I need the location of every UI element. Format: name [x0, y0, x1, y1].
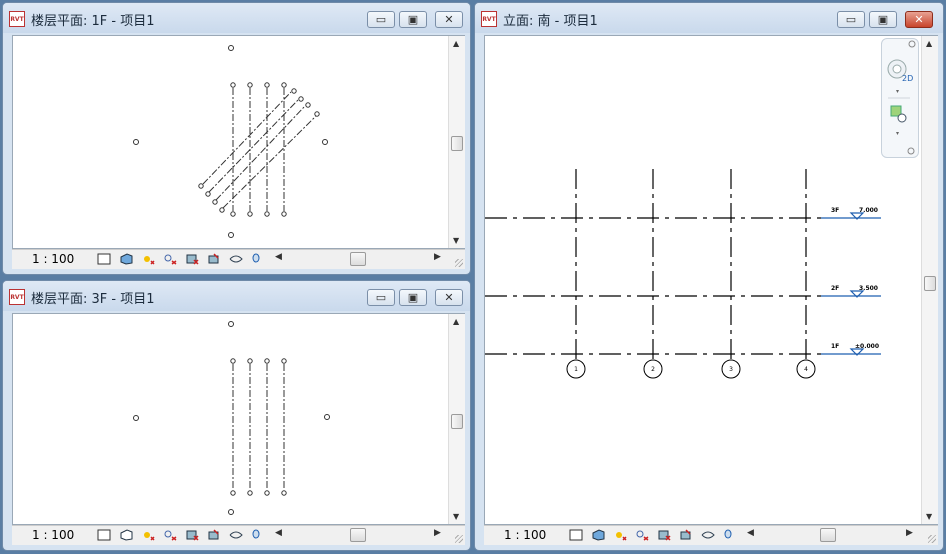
temp-hide-icon[interactable] — [678, 528, 694, 542]
window-title: 楼层平面: 3F - 项目1 — [31, 292, 155, 307]
window-title: 立面: 南 - 项目1 — [503, 14, 598, 29]
highlight-icon[interactable] — [248, 528, 264, 542]
reveal-hidden-icon[interactable] — [228, 528, 244, 542]
plan-drawing — [133, 321, 330, 515]
svg-text:2D: 2D — [902, 74, 913, 83]
view-control-bar: 1 : 100 ◀ ▶ — [12, 249, 465, 269]
horizontal-scroll-thumb[interactable] — [820, 528, 836, 542]
titlebar[interactable]: RVT 楼层平面: 3F - 项目1 ▭ ▣ ✕ — [3, 281, 470, 311]
vertical-scrollbar[interactable]: ▲ ▼ — [448, 36, 465, 248]
horizontal-scroll-thumb[interactable] — [350, 252, 366, 266]
resize-grip-icon[interactable] — [455, 259, 463, 267]
view-scale[interactable]: 1 : 100 — [32, 252, 74, 266]
plan-view-3f-window[interactable]: RVT 楼层平面: 3F - 项目1 ▭ ▣ ✕ ▲ ▼ 1: 100 ◀ ▶ — [2, 280, 471, 551]
3d-box-icon[interactable] — [590, 528, 606, 542]
plan-view-1f-window[interactable]: RVT 楼层平面: 1F - 项目1 ▭ ▣ ✕ ▲ ▼ 1: 100 ◀ ▶ — [2, 2, 471, 275]
minimize-button[interactable]: ▭ — [837, 11, 865, 28]
resize-grip-icon[interactable] — [455, 535, 463, 543]
svg-text:▾: ▾ — [896, 130, 899, 137]
restore-button[interactable]: ▣ — [399, 289, 427, 306]
scroll-right-arrow-icon[interactable]: ▶ — [906, 528, 913, 538]
scroll-up-arrow-icon[interactable]: ▲ — [926, 39, 932, 48]
reveal-hidden-icon[interactable] — [228, 252, 244, 266]
scroll-thumb[interactable] — [924, 276, 936, 291]
scroll-left-arrow-icon[interactable]: ◀ — [747, 528, 754, 538]
scroll-left-arrow-icon[interactable]: ◀ — [275, 252, 282, 262]
elevation-south-window[interactable]: RVT 立面: 南 - 项目1 ▭ ▣ ✕ 1 2 3 4 3F 7.000 2… — [474, 2, 944, 551]
view-control-bar: 1 : 100 ◀ ▶ — [484, 525, 938, 545]
view-scale[interactable]: 1 : 100 — [32, 528, 74, 542]
drawing-canvas[interactable]: 1 2 3 4 3F 7.000 2F 3.500 1F ±0.000 ▲ ▼ — [484, 35, 938, 525]
shadows-icon[interactable] — [162, 252, 178, 266]
horizontal-scroll-thumb[interactable] — [350, 528, 366, 542]
close-button[interactable]: ✕ — [435, 289, 463, 306]
window-title: 楼层平面: 1F - 项目1 — [31, 14, 155, 29]
reveal-hidden-icon[interactable] — [700, 528, 716, 542]
drawing-canvas[interactable]: ▲ ▼ — [12, 313, 465, 525]
visual-style-icon[interactable] — [96, 252, 112, 266]
close-button[interactable]: ✕ — [435, 11, 463, 28]
revit-file-icon: RVT — [9, 11, 25, 27]
shadows-icon[interactable] — [634, 528, 650, 542]
scroll-up-arrow-icon[interactable]: ▲ — [453, 317, 459, 326]
resize-grip-icon[interactable] — [928, 535, 936, 543]
vertical-scrollbar[interactable]: ▲ ▼ — [448, 314, 465, 524]
sun-path-icon[interactable] — [612, 528, 628, 542]
scroll-down-arrow-icon[interactable]: ▼ — [453, 236, 459, 245]
revit-file-icon: RVT — [9, 289, 25, 305]
level-elevation: 7.000 — [859, 207, 878, 214]
sun-path-icon[interactable] — [140, 252, 156, 266]
scroll-right-arrow-icon[interactable]: ▶ — [434, 252, 441, 262]
visual-style-icon[interactable] — [568, 528, 584, 542]
titlebar[interactable]: RVT 立面: 南 - 项目1 ▭ ▣ ✕ — [475, 3, 943, 33]
highlight-icon[interactable] — [720, 528, 736, 542]
drawing-canvas[interactable]: ▲ ▼ — [12, 35, 465, 249]
visual-style-icon[interactable] — [96, 528, 112, 542]
elevation-drawing: 1 2 3 4 3F 7.000 2F 3.500 1F ±0.000 — [485, 169, 881, 379]
scroll-left-arrow-icon[interactable]: ◀ — [275, 528, 282, 538]
navigation-bar: 2D ▾ ▾ — [881, 38, 919, 158]
scroll-thumb[interactable] — [451, 414, 463, 429]
minimize-button[interactable]: ▭ — [367, 289, 395, 306]
plan-drawing — [133, 45, 328, 238]
scroll-down-arrow-icon[interactable]: ▼ — [926, 512, 932, 521]
3d-box-icon[interactable] — [118, 252, 134, 266]
close-icon — [908, 40, 916, 48]
scroll-up-arrow-icon[interactable]: ▲ — [453, 39, 459, 48]
restore-button[interactable]: ▣ — [399, 11, 427, 28]
grid-label: 1 — [574, 366, 578, 373]
level-elevation: 3.500 — [859, 285, 878, 292]
titlebar[interactable]: RVT 楼层平面: 1F - 项目1 ▭ ▣ ✕ — [3, 3, 470, 33]
vertical-scrollbar[interactable]: ▲ ▼ — [921, 36, 938, 524]
crop-icon[interactable] — [184, 528, 200, 542]
scroll-thumb[interactable] — [451, 136, 463, 151]
scroll-right-arrow-icon[interactable]: ▶ — [434, 528, 441, 538]
minimize-button[interactable]: ▭ — [367, 11, 395, 28]
crop-icon[interactable] — [184, 252, 200, 266]
grid-label: 4 — [804, 366, 808, 373]
level-name: 3F — [831, 207, 839, 214]
view-control-bar: 1 : 100 ◀ ▶ — [12, 525, 465, 545]
temp-hide-icon[interactable] — [206, 252, 222, 266]
grid-label: 3 — [729, 366, 733, 373]
grid-label: 2 — [651, 366, 655, 373]
restore-button[interactable]: ▣ — [869, 11, 897, 28]
temp-hide-icon[interactable] — [206, 528, 222, 542]
close-button[interactable]: ✕ — [905, 11, 933, 28]
3d-box-icon[interactable] — [118, 528, 134, 542]
crop-icon[interactable] — [656, 528, 672, 542]
svg-text:▾: ▾ — [896, 88, 899, 95]
settings-icon — [907, 147, 915, 155]
scroll-down-arrow-icon[interactable]: ▼ — [453, 512, 459, 521]
level-name: 2F — [831, 285, 839, 292]
sun-path-icon[interactable] — [140, 528, 156, 542]
revit-file-icon: RVT — [481, 11, 497, 27]
view-scale[interactable]: 1 : 100 — [504, 528, 546, 542]
highlight-icon[interactable] — [248, 252, 264, 266]
level-elevation: ±0.000 — [855, 343, 879, 350]
level-name: 1F — [831, 343, 839, 350]
shadows-icon[interactable] — [162, 528, 178, 542]
